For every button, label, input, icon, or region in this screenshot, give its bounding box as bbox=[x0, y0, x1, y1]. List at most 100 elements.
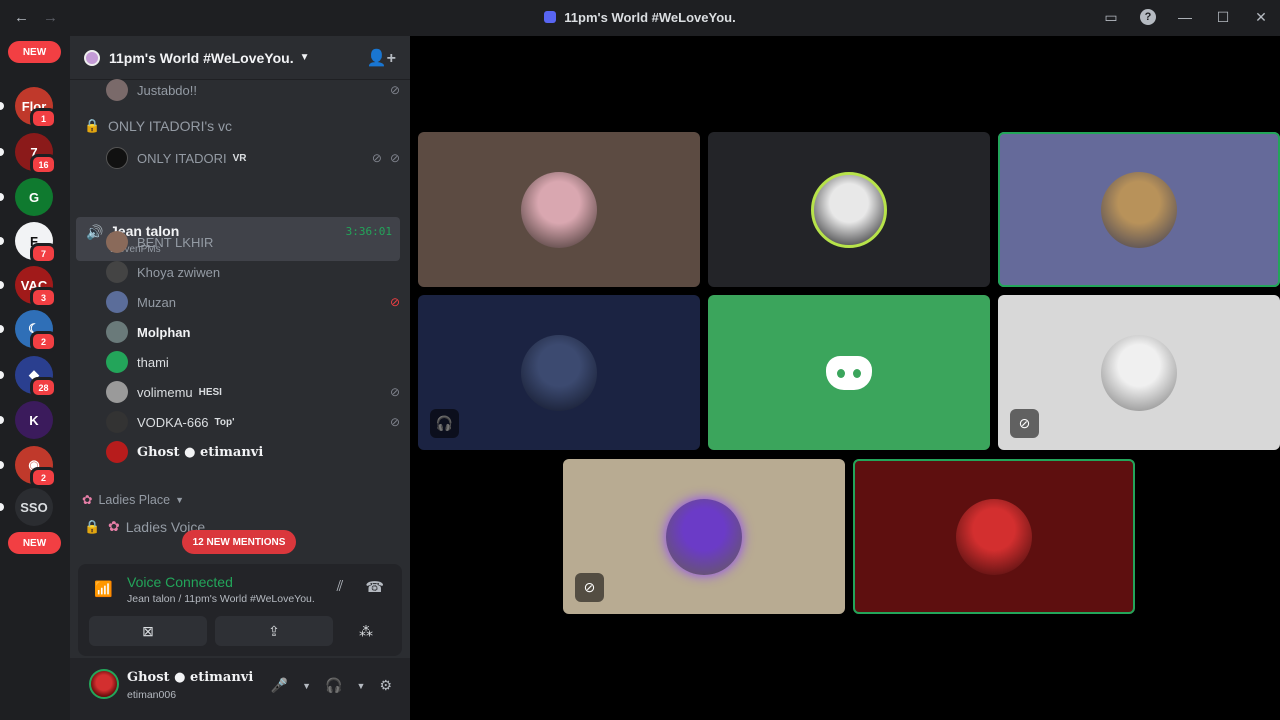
member-name: Justabdo!! bbox=[137, 82, 197, 98]
participant-tile[interactable]: ⊘ bbox=[563, 459, 845, 614]
voice-member-justabdo[interactable]: Justabdo!! ⊘ bbox=[106, 76, 400, 104]
chevron-down-icon: ▼ bbox=[299, 52, 310, 63]
server-icon-7[interactable]: ◆ 28 bbox=[15, 356, 57, 398]
voice-member[interactable]: Khoya zwiwen bbox=[106, 258, 400, 286]
category-name: Ladies Place bbox=[98, 492, 171, 507]
avatar bbox=[106, 321, 128, 343]
screen-share-button[interactable]: ⇪ bbox=[215, 616, 333, 646]
server-icon-3[interactable]: G bbox=[15, 178, 53, 216]
voice-member[interactable]: VODKA-666 Top' ⊘ bbox=[106, 408, 400, 436]
voice-member[interactable]: BENT LKHIR bbox=[106, 228, 400, 256]
voice-member[interactable]: thami bbox=[106, 348, 400, 376]
muted-mic-icon: ⊘ bbox=[389, 385, 400, 399]
server-icon-9[interactable]: ◉ 2 bbox=[15, 446, 57, 488]
voice-channel-locked[interactable]: 🔒 ONLY ITADORI's vc bbox=[78, 118, 400, 134]
chevron-down-icon[interactable]: ▼ bbox=[357, 681, 366, 691]
server-icon-1[interactable]: Flor 1 bbox=[15, 87, 57, 129]
category-ladies-place[interactable]: ✿ Ladies Place ▼ bbox=[82, 492, 400, 508]
deafened-icon: 🎧 bbox=[430, 409, 459, 438]
activities-button[interactable]: ⁂ bbox=[341, 616, 391, 646]
voice-status[interactable]: Voice Connected bbox=[127, 574, 233, 590]
participant-avatar bbox=[956, 498, 1032, 575]
window-title-text: 11pm's World #WeLoveYou. bbox=[564, 10, 736, 25]
avatar bbox=[106, 261, 128, 283]
participant-tile[interactable] bbox=[708, 295, 990, 450]
notification-badge: 2 bbox=[30, 467, 57, 488]
member-name: VODKA-666 bbox=[137, 414, 209, 430]
participant-tile[interactable] bbox=[708, 132, 990, 287]
user-display-name[interactable]: Ghost ● etimanvi bbox=[127, 670, 253, 685]
avatar bbox=[106, 441, 128, 463]
muted-mic-icon: ⊘ bbox=[1010, 409, 1039, 438]
voice-connection-panel: 📶 Voice Connected Jean talon / 11pm's Wo… bbox=[78, 564, 402, 656]
speaker-icon: 🔊 bbox=[86, 224, 104, 240]
server-icon-8[interactable]: K bbox=[15, 401, 53, 439]
new-unread-pill-bottom[interactable]: NEW bbox=[8, 532, 61, 554]
invite-people-icon[interactable]: 👤+ bbox=[367, 48, 396, 68]
server-header[interactable]: 11pm's World #WeLoveYou. ▼ 👤+ bbox=[70, 36, 410, 80]
lock-icon: 🔒 bbox=[84, 118, 101, 133]
server-icon-4[interactable]: F7 bbox=[15, 222, 57, 264]
participant-avatar bbox=[1101, 334, 1177, 411]
voice-member[interactable]: Muzan ⊘ bbox=[106, 288, 400, 316]
deafened-icon: ⊘ bbox=[389, 295, 400, 309]
server-icon-10[interactable]: SSO bbox=[15, 488, 53, 526]
participant-avatar bbox=[811, 171, 887, 248]
avatar bbox=[106, 411, 128, 433]
unread-indicator bbox=[0, 148, 4, 156]
server-icon-6[interactable]: ☾ 2 bbox=[15, 310, 57, 352]
notification-badge: 2 bbox=[30, 331, 57, 352]
microphone-icon[interactable]: 🎤 bbox=[271, 677, 288, 694]
minimize-icon[interactable]: — bbox=[1176, 8, 1194, 26]
voice-member-itadori[interactable]: ONLY ITADORI VR ⊘ ⊘ bbox=[106, 144, 400, 172]
user-avatar[interactable] bbox=[89, 669, 119, 699]
server-icon-2[interactable]: 7 16 bbox=[15, 133, 57, 175]
member-name: Molphan bbox=[137, 324, 191, 340]
close-icon[interactable]: ✕ bbox=[1252, 8, 1270, 26]
unread-indicator bbox=[0, 325, 4, 333]
maximize-icon[interactable]: ☐ bbox=[1214, 8, 1232, 26]
inbox-icon[interactable]: ▭ bbox=[1102, 8, 1120, 26]
avatar bbox=[106, 79, 128, 101]
headphones-icon[interactable]: 🎧 bbox=[325, 677, 342, 694]
server-logo-icon bbox=[544, 11, 557, 23]
server-icon-5[interactable]: VAC 3 bbox=[15, 266, 57, 308]
voice-member[interactable]: Molphan bbox=[106, 318, 400, 346]
unread-indicator bbox=[0, 416, 4, 424]
settings-gear-icon[interactable]: ⚙ bbox=[379, 677, 392, 694]
voice-stage: 🎧 ⊘ ⊘ bbox=[410, 36, 1280, 720]
title-bar: ← → 11pm's World #WeLoveYou. ▭ ? — ☐ ✕ bbox=[0, 0, 1280, 36]
noise-suppression-icon[interactable]: ⫽ bbox=[337, 578, 344, 596]
camera-off-button[interactable]: ⊠ bbox=[89, 616, 207, 646]
help-icon[interactable]: ? bbox=[1140, 9, 1156, 25]
unread-indicator bbox=[0, 102, 4, 110]
server-name: 11pm's World #WeLoveYou. bbox=[109, 49, 294, 66]
participant-tile[interactable]: 🎧 bbox=[418, 295, 700, 450]
participant-tile[interactable] bbox=[418, 132, 700, 287]
lock-icon: 🔒 bbox=[84, 518, 101, 534]
disconnect-icon[interactable]: ☎ bbox=[365, 578, 384, 596]
notification-badge: 3 bbox=[30, 287, 57, 308]
participant-avatar bbox=[521, 334, 597, 411]
chevron-down-icon[interactable]: ▼ bbox=[302, 681, 311, 691]
user-username: etiman006 bbox=[127, 689, 177, 701]
unread-indicator bbox=[0, 371, 4, 379]
new-unread-pill-top[interactable]: NEW bbox=[8, 41, 61, 63]
activities-icon: ⁂ bbox=[359, 622, 373, 639]
participant-tile[interactable] bbox=[998, 132, 1280, 287]
unread-indicator bbox=[0, 237, 4, 245]
participant-tile[interactable] bbox=[853, 459, 1135, 614]
screen-share-icon: ⇪ bbox=[268, 622, 280, 639]
user-panel: Ghost ● etimanvi etiman006 🎤 ▼ 🎧 ▼ ⚙ bbox=[70, 658, 410, 720]
participant-tile[interactable]: ⊘ bbox=[998, 295, 1280, 450]
unread-indicator bbox=[0, 193, 4, 201]
flower-icon: ✿ bbox=[108, 518, 120, 534]
voice-location: Jean talon / 11pm's World #WeLoveYou. bbox=[127, 593, 315, 605]
signal-icon[interactable]: 📶 bbox=[94, 580, 113, 598]
new-mentions-button[interactable]: 12 NEW MENTIONS bbox=[182, 530, 296, 554]
voice-member[interactable]: Ghost ● etimanvi bbox=[106, 438, 400, 466]
unread-indicator bbox=[0, 503, 4, 511]
voice-member[interactable]: volimemu HESI ⊘ bbox=[106, 378, 400, 406]
chevron-down-icon: ▼ bbox=[175, 494, 184, 505]
muted-mic-icon: ⊘ bbox=[575, 573, 604, 602]
